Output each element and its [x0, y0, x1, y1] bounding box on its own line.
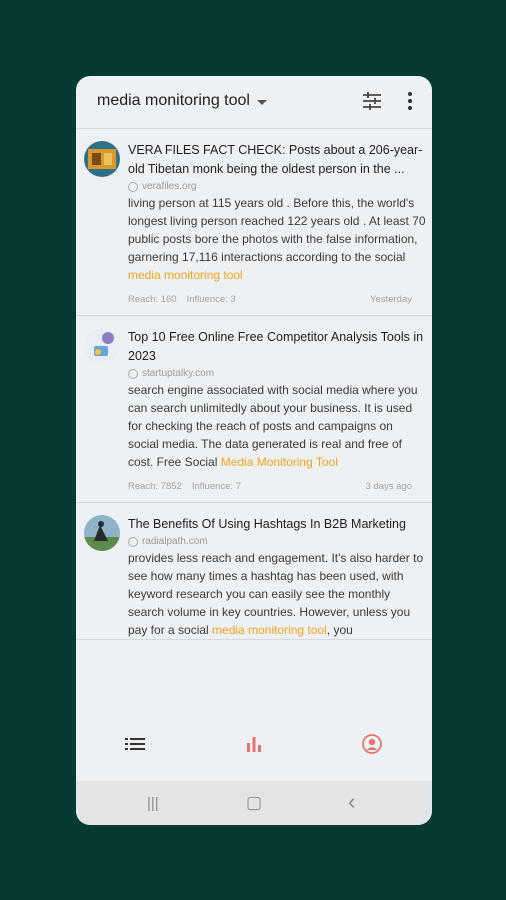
globe-icon [128, 181, 138, 192]
chevron-down-icon [256, 99, 267, 105]
snippet-keyword: Media Monitoring Tool [220, 455, 338, 469]
item-title[interactable]: VERA FILES FACT CHECK: Posts about a 206… [128, 141, 426, 179]
globe-icon [128, 368, 138, 379]
source-domain: verafiles.org [128, 181, 426, 192]
snippet-text-end: , you [326, 623, 353, 637]
list-icon[interactable] [124, 733, 146, 755]
sliders-icon[interactable] [362, 91, 382, 111]
snippet-text: living person at 115 years old . Before … [128, 196, 426, 264]
influence-label: Influence: 7 [191, 481, 241, 492]
item-title[interactable]: Top 10 Free Online Free Competitor Analy… [128, 328, 426, 366]
item-snippet: living person at 115 years old . Before … [128, 194, 426, 284]
account-icon[interactable] [361, 733, 383, 755]
snippet-keyword: media monitoring tool [128, 268, 243, 282]
domain-label: verafiles.org [142, 181, 197, 192]
item-title[interactable]: The Benefits Of Using Hashtags In B2B Ma… [128, 515, 426, 534]
mentions-feed[interactable]: VERA FILES FACT CHECK: Posts about a 206… [76, 129, 432, 709]
source-avatar [84, 141, 120, 177]
app-bar: media monitoring tool [76, 76, 432, 129]
influence-label: Influence: 3 [186, 294, 236, 305]
home-button[interactable]: ▢ [246, 793, 262, 813]
item-meta: Reach: 160 Influence: 3 Yesterday [128, 294, 426, 315]
reach-label: Reach: 160 [128, 294, 177, 305]
source-domain: startuptalky.com [128, 368, 426, 379]
back-button[interactable]: ‹ [348, 789, 355, 815]
timestamp: 3 days ago [365, 481, 412, 492]
list-item[interactable]: The Benefits Of Using Hashtags In B2B Ma… [76, 503, 432, 640]
system-navigation-bar: ||| ▢ ‹ [76, 781, 432, 825]
list-item[interactable]: Top 10 Free Online Free Competitor Analy… [76, 316, 432, 503]
globe-icon [128, 536, 138, 547]
reach-label: Reach: 7852 [128, 481, 182, 492]
timestamp: Yesterday [370, 294, 412, 305]
source-domain: radialpath.com [128, 536, 426, 547]
bar-chart-icon[interactable] [243, 733, 265, 755]
source-avatar [84, 515, 120, 551]
snippet-keyword: media monitoring tool [212, 623, 327, 637]
source-avatar [84, 328, 120, 364]
app-title: media monitoring tool [97, 92, 250, 109]
item-snippet: provides less reach and engagement. It's… [128, 549, 426, 639]
more-vertical-icon[interactable] [406, 91, 414, 111]
recents-button[interactable]: ||| [147, 795, 159, 812]
list-item[interactable]: VERA FILES FACT CHECK: Posts about a 206… [76, 129, 432, 316]
item-snippet: search engine associated with social med… [128, 381, 426, 471]
item-meta: Reach: 7852 Influence: 7 3 days ago [128, 481, 426, 502]
bottom-navigation [76, 709, 432, 781]
phone-screen: media monitoring tool VERA FILES FACT CH… [76, 76, 432, 825]
domain-label: radialpath.com [142, 536, 208, 547]
search-selector[interactable]: media monitoring tool [97, 92, 267, 110]
domain-label: startuptalky.com [142, 368, 215, 379]
